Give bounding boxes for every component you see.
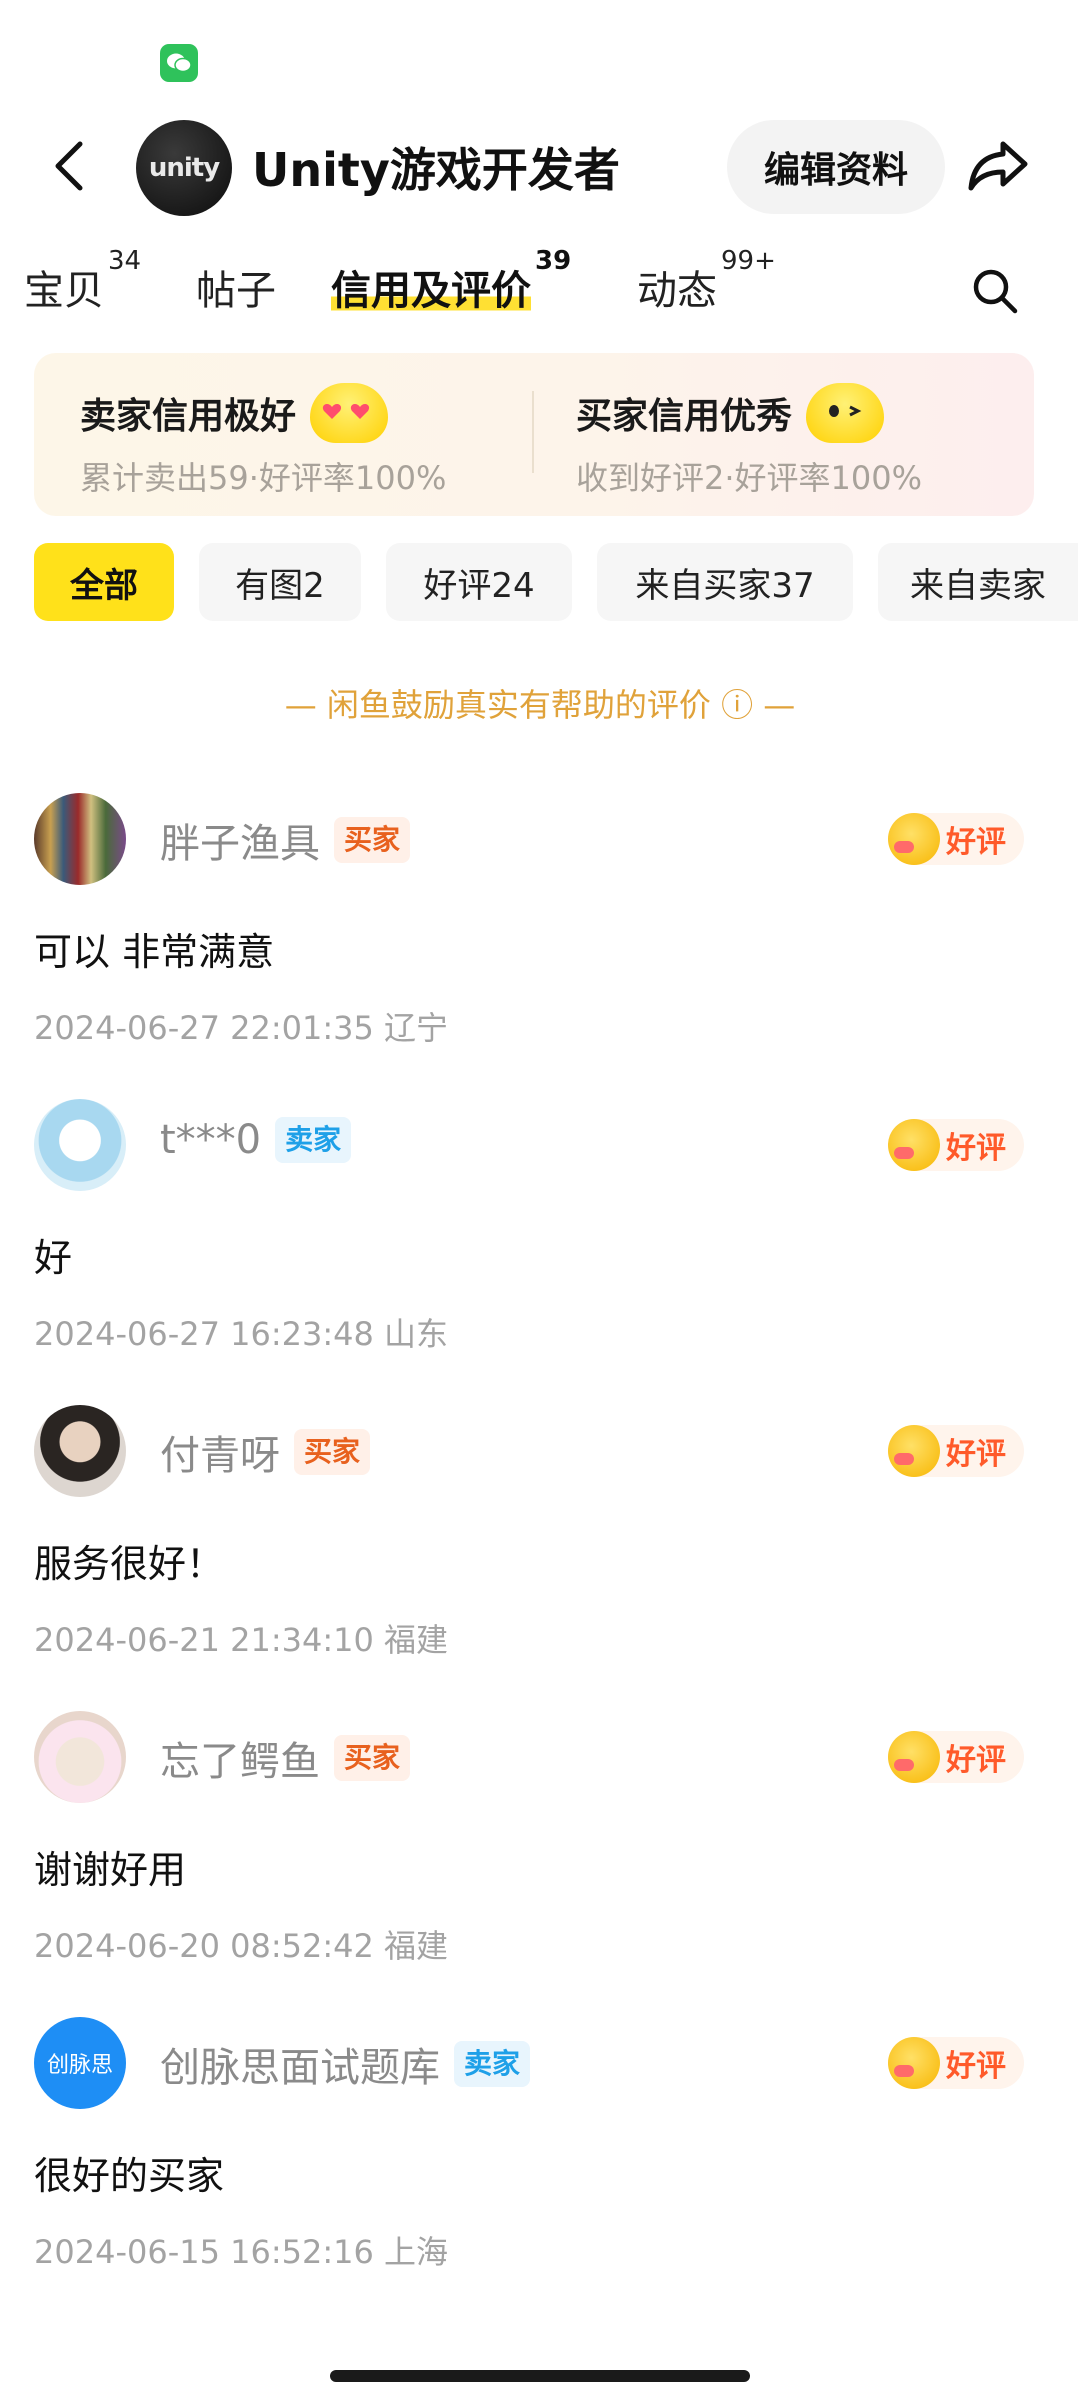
- seller-credit[interactable]: 卖家信用极好 累计卖出59·好评率100%: [80, 383, 446, 499]
- back-arrow-icon[interactable]: [38, 134, 98, 198]
- filter-all[interactable]: 全部: [34, 543, 174, 621]
- avatar-text: 创脉思: [46, 2053, 113, 2078]
- review-meta: 2024-06-27 22:01:35 辽宁: [34, 1009, 449, 1047]
- review-meta: 2024-06-27 16:23:48 山东: [34, 1315, 449, 1353]
- review-text: 谢谢好用: [34, 1848, 187, 1892]
- wink-emoji-icon: [806, 383, 885, 443]
- review-text: 可以 非常满意: [34, 930, 275, 974]
- review-text: 很好的买家: [34, 2154, 225, 2198]
- status-bar: [0, 0, 1080, 100]
- smile-emoji-icon: [888, 1119, 940, 1171]
- profile-tabs: 宝贝34 帖子 信用及评价39 动态99+: [0, 240, 1080, 340]
- review-item: 付青呀 买家 好评 服务很好！ 2024-06-21 21:34:10 福建: [0, 1405, 1080, 1705]
- tab-posts[interactable]: 帖子: [196, 258, 276, 316]
- role-badge: 卖家: [275, 1117, 352, 1163]
- reviewer-name[interactable]: 忘了鳄鱼 买家: [160, 1729, 411, 1787]
- credit-summary-card: 卖家信用极好 累计卖出59·好评率100% 买家信用优秀 收到好评2·好评率10…: [34, 353, 1034, 516]
- review-item: 胖子渔具 买家 好评 可以 非常满意 2024-06-27 22:01:35 辽…: [0, 793, 1080, 1093]
- review-meta: 2024-06-21 21:34:10 福建: [34, 1621, 449, 1659]
- role-badge: 买家: [294, 1429, 371, 1475]
- tab-items[interactable]: 宝贝34: [24, 246, 141, 316]
- positive-rating-badge: 好评: [888, 1119, 1024, 1171]
- share-icon[interactable]: [963, 130, 1033, 200]
- filter-from-sellers[interactable]: 来自卖家: [878, 543, 1078, 621]
- role-badge: 卖家: [454, 2041, 531, 2087]
- positive-rating-badge: 好评: [888, 1731, 1024, 1783]
- smile-emoji-icon: [888, 813, 940, 865]
- tab-credit-reviews[interactable]: 信用及评价39: [331, 246, 571, 316]
- review-text: 好: [34, 1236, 73, 1280]
- avatar[interactable]: [34, 1405, 126, 1497]
- review-item: 创脉思 创脉思面试题库 卖家 好评 很好的买家 2024-06-15 16:52…: [0, 2017, 1080, 2317]
- positive-rating-badge: 好评: [888, 1425, 1024, 1477]
- divider: [532, 391, 534, 473]
- reviewer-name[interactable]: 付青呀 买家: [160, 1423, 371, 1481]
- heart-eyes-emoji-icon: [310, 383, 389, 443]
- edit-profile-button[interactable]: 编辑资料: [727, 120, 945, 214]
- smile-emoji-icon: [888, 2037, 940, 2089]
- review-filters: 全部 有图2 好评24 来自买家37 来自卖家: [0, 543, 1080, 623]
- smile-emoji-icon: [888, 1425, 940, 1477]
- role-badge: 买家: [334, 817, 411, 863]
- avatar-logo-text: unity: [148, 153, 220, 183]
- review-policy-notice[interactable]: — 闲鱼鼓励真实有帮助的评价 ⓘ —: [0, 680, 1080, 726]
- search-icon[interactable]: [966, 262, 1024, 320]
- profile-header: unity Unity游戏开发者 编辑资料: [0, 100, 1080, 240]
- review-meta: 2024-06-15 16:52:16 上海: [34, 2233, 449, 2271]
- positive-rating-badge: 好评: [888, 813, 1024, 865]
- avatar[interactable]: [34, 1711, 126, 1803]
- review-text: 服务很好！: [34, 1542, 225, 1586]
- reviewer-name[interactable]: 创脉思面试题库 卖家: [160, 2035, 531, 2093]
- home-indicator[interactable]: [330, 2370, 750, 2382]
- review-item: 忘了鳄鱼 买家 好评 谢谢好用 2024-06-20 08:52:42 福建: [0, 1711, 1080, 2011]
- avatar[interactable]: [34, 1099, 126, 1191]
- buyer-credit-stats: 收到好评2·好评率100%: [576, 459, 923, 497]
- wechat-notification-icon: [160, 44, 198, 82]
- review-item: t***0 卖家 好评 好 2024-06-27 16:23:48 山东: [0, 1099, 1080, 1399]
- reviewer-name[interactable]: t***0 卖家: [160, 1117, 352, 1163]
- buyer-credit-title: 买家信用优秀: [576, 383, 922, 443]
- buyer-credit[interactable]: 买家信用优秀 收到好评2·好评率100%: [576, 383, 922, 499]
- tab-activity[interactable]: 动态99+: [637, 246, 776, 316]
- filter-positive[interactable]: 好评24: [386, 543, 572, 621]
- seller-credit-stats: 累计卖出59·好评率100%: [80, 459, 447, 497]
- filter-from-buyers[interactable]: 来自买家37: [597, 543, 853, 621]
- reviewer-name[interactable]: 胖子渔具 买家: [160, 811, 411, 869]
- review-meta: 2024-06-20 08:52:42 福建: [34, 1927, 449, 1965]
- filter-with-images[interactable]: 有图2: [199, 543, 361, 621]
- positive-rating-badge: 好评: [888, 2037, 1024, 2089]
- shop-avatar[interactable]: unity: [136, 120, 232, 216]
- shop-title: Unity游戏开发者: [252, 143, 620, 197]
- avatar[interactable]: [34, 793, 126, 885]
- seller-credit-title: 卖家信用极好: [80, 383, 446, 443]
- avatar[interactable]: 创脉思: [34, 2017, 126, 2109]
- role-badge: 买家: [334, 1735, 411, 1781]
- smile-emoji-icon: [888, 1731, 940, 1783]
